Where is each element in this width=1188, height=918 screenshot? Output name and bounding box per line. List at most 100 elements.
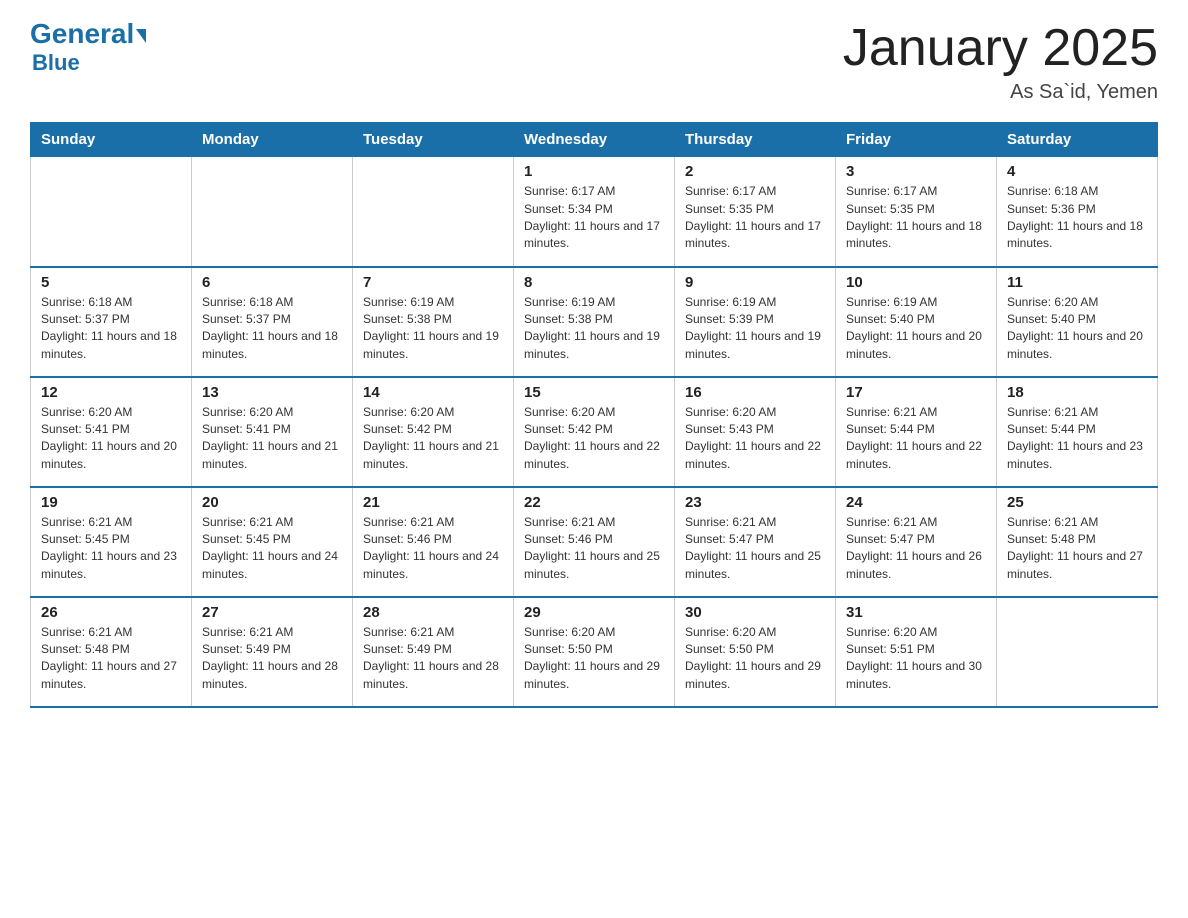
day-number: 1 — [524, 163, 664, 180]
calendar-cell: 26 Sunrise: 6:21 AMSunset: 5:48 PMDayligh… — [31, 597, 192, 707]
day-info: Sunrise: 6:20 AMSunset: 5:41 PMDaylight:… — [41, 404, 181, 474]
day-info: Sunrise: 6:21 AMSunset: 5:45 PMDaylight:… — [202, 514, 342, 584]
calendar-cell: 15 Sunrise: 6:20 AMSunset: 5:42 PMDayligh… — [514, 377, 675, 487]
day-of-week-header: Tuesday — [353, 123, 514, 157]
calendar-cell: 31Sunrise: 6:20 AMSunset: 5:51 PMDayligh… — [836, 597, 997, 707]
logo: General Blue — [30, 20, 146, 76]
day-number: 11 — [1007, 274, 1147, 291]
day-info: Sunrise: 6:19 AMSunset: 5:38 PMDaylight:… — [363, 294, 503, 364]
calendar-cell: 4Sunrise: 6:18 AMSunset: 5:36 PMDaylight… — [997, 157, 1158, 267]
day-number: 30 — [685, 604, 825, 621]
day-of-week-header: Sunday — [31, 123, 192, 157]
day-info: Sunrise: 6:21 AMSunset: 5:47 PMDaylight:… — [846, 514, 986, 584]
calendar-cell: 8 Sunrise: 6:19 AMSunset: 5:38 PMDaylight… — [514, 267, 675, 377]
logo-blue-text: Blue — [32, 50, 80, 76]
day-number: 22 — [524, 494, 664, 511]
day-info: Sunrise: 6:20 AMSunset: 5:50 PMDaylight:… — [685, 624, 825, 694]
day-info: Sunrise: 6:19 AMSunset: 5:38 PMDaylight:… — [524, 294, 664, 364]
calendar-week-row: 1 Sunrise: 6:17 AMSunset: 5:34 PMDaylight… — [31, 157, 1158, 267]
calendar-cell: 17Sunrise: 6:21 AMSunset: 5:44 PMDayligh… — [836, 377, 997, 487]
calendar-week-row: 26 Sunrise: 6:21 AMSunset: 5:48 PMDayligh… — [31, 597, 1158, 707]
day-info: Sunrise: 6:21 AMSunset: 5:47 PMDaylight:… — [685, 514, 825, 584]
day-number: 13 — [202, 384, 342, 401]
day-number: 28 — [363, 604, 503, 621]
day-info: Sunrise: 6:21 AMSunset: 5:48 PMDaylight:… — [1007, 514, 1147, 584]
calendar-cell — [31, 157, 192, 267]
day-number: 5 — [41, 274, 181, 291]
day-number: 2 — [685, 163, 825, 180]
day-info: Sunrise: 6:17 AMSunset: 5:34 PMDaylight:… — [524, 183, 664, 253]
calendar-cell — [353, 157, 514, 267]
day-number: 3 — [846, 163, 986, 180]
day-info: Sunrise: 6:21 AMSunset: 5:49 PMDaylight:… — [202, 624, 342, 694]
day-info: Sunrise: 6:17 AMSunset: 5:35 PMDaylight:… — [846, 183, 986, 253]
logo-general-text: General — [30, 18, 134, 49]
calendar-cell: 18 Sunrise: 6:21 AMSunset: 5:44 PMDayligh… — [997, 377, 1158, 487]
calendar-body: 1 Sunrise: 6:17 AMSunset: 5:34 PMDaylight… — [31, 157, 1158, 707]
day-info: Sunrise: 6:19 AMSunset: 5:40 PMDaylight:… — [846, 294, 986, 364]
title-block: January 2025 As Sa`id, Yemen — [843, 20, 1158, 104]
calendar-week-row: 5 Sunrise: 6:18 AMSunset: 5:37 PMDaylight… — [31, 267, 1158, 377]
calendar-cell: 6Sunrise: 6:18 AMSunset: 5:37 PMDaylight… — [192, 267, 353, 377]
calendar-cell: 19 Sunrise: 6:21 AMSunset: 5:45 PMDayligh… — [31, 487, 192, 597]
page-header: General Blue January 2025 As Sa`id, Yeme… — [30, 20, 1158, 104]
calendar-cell: 11Sunrise: 6:20 AMSunset: 5:40 PMDayligh… — [997, 267, 1158, 377]
calendar-cell: 2 Sunrise: 6:17 AMSunset: 5:35 PMDaylight… — [675, 157, 836, 267]
day-info: Sunrise: 6:18 AMSunset: 5:37 PMDaylight:… — [41, 294, 181, 364]
day-info: Sunrise: 6:19 AMSunset: 5:39 PMDaylight:… — [685, 294, 825, 364]
day-number: 27 — [202, 604, 342, 621]
calendar-subtitle: As Sa`id, Yemen — [843, 81, 1158, 104]
calendar-cell: 24 Sunrise: 6:21 AMSunset: 5:47 PMDayligh… — [836, 487, 997, 597]
day-number: 31 — [846, 604, 986, 621]
calendar-cell: 13Sunrise: 6:20 AMSunset: 5:41 PMDayligh… — [192, 377, 353, 487]
day-info: Sunrise: 6:20 AMSunset: 5:43 PMDaylight:… — [685, 404, 825, 474]
day-info: Sunrise: 6:20 AMSunset: 5:42 PMDaylight:… — [524, 404, 664, 474]
calendar-title: January 2025 — [843, 20, 1158, 77]
calendar-cell: 28 Sunrise: 6:21 AMSunset: 5:49 PMDayligh… — [353, 597, 514, 707]
calendar-cell: 3 Sunrise: 6:17 AMSunset: 5:35 PMDaylight… — [836, 157, 997, 267]
day-number: 4 — [1007, 163, 1147, 180]
day-of-week-header: Wednesday — [514, 123, 675, 157]
calendar-cell: 9 Sunrise: 6:19 AMSunset: 5:39 PMDaylight… — [675, 267, 836, 377]
day-number: 26 — [41, 604, 181, 621]
calendar-header: SundayMondayTuesdayWednesdayThursdayFrid… — [31, 123, 1158, 157]
calendar-cell: 16Sunrise: 6:20 AMSunset: 5:43 PMDayligh… — [675, 377, 836, 487]
day-info: Sunrise: 6:21 AMSunset: 5:48 PMDaylight:… — [41, 624, 181, 694]
logo-triangle-icon — [136, 29, 146, 43]
calendar-cell — [192, 157, 353, 267]
day-number: 8 — [524, 274, 664, 291]
logo-general: General — [30, 20, 146, 48]
day-info: Sunrise: 6:17 AMSunset: 5:35 PMDaylight:… — [685, 183, 825, 253]
day-of-week-header: Monday — [192, 123, 353, 157]
day-number: 12 — [41, 384, 181, 401]
day-info: Sunrise: 6:20 AMSunset: 5:42 PMDaylight:… — [363, 404, 503, 474]
day-number: 24 — [846, 494, 986, 511]
calendar-cell: 12 Sunrise: 6:20 AMSunset: 5:41 PMDayligh… — [31, 377, 192, 487]
calendar-cell: 14 Sunrise: 6:20 AMSunset: 5:42 PMDayligh… — [353, 377, 514, 487]
days-of-week-row: SundayMondayTuesdayWednesdayThursdayFrid… — [31, 123, 1158, 157]
day-info: Sunrise: 6:21 AMSunset: 5:46 PMDaylight:… — [363, 514, 503, 584]
day-number: 7 — [363, 274, 503, 291]
calendar-cell: 1 Sunrise: 6:17 AMSunset: 5:34 PMDaylight… — [514, 157, 675, 267]
day-info: Sunrise: 6:20 AMSunset: 5:50 PMDaylight:… — [524, 624, 664, 694]
calendar-week-row: 19 Sunrise: 6:21 AMSunset: 5:45 PMDayligh… — [31, 487, 1158, 597]
day-info: Sunrise: 6:21 AMSunset: 5:44 PMDaylight:… — [846, 404, 986, 474]
day-of-week-header: Thursday — [675, 123, 836, 157]
calendar-cell: 20 Sunrise: 6:21 AMSunset: 5:45 PMDayligh… — [192, 487, 353, 597]
day-info: Sunrise: 6:21 AMSunset: 5:44 PMDaylight:… — [1007, 404, 1147, 474]
calendar-cell: 21Sunrise: 6:21 AMSunset: 5:46 PMDayligh… — [353, 487, 514, 597]
day-number: 19 — [41, 494, 181, 511]
calendar-cell — [997, 597, 1158, 707]
day-number: 29 — [524, 604, 664, 621]
day-number: 20 — [202, 494, 342, 511]
day-number: 10 — [846, 274, 986, 291]
calendar-cell: 25Sunrise: 6:21 AMSunset: 5:48 PMDayligh… — [997, 487, 1158, 597]
calendar-cell: 5 Sunrise: 6:18 AMSunset: 5:37 PMDaylight… — [31, 267, 192, 377]
calendar-cell: 27 Sunrise: 6:21 AMSunset: 5:49 PMDayligh… — [192, 597, 353, 707]
day-number: 15 — [524, 384, 664, 401]
day-info: Sunrise: 6:21 AMSunset: 5:49 PMDaylight:… — [363, 624, 503, 694]
day-number: 18 — [1007, 384, 1147, 401]
day-number: 14 — [363, 384, 503, 401]
day-info: Sunrise: 6:21 AMSunset: 5:45 PMDaylight:… — [41, 514, 181, 584]
day-number: 9 — [685, 274, 825, 291]
